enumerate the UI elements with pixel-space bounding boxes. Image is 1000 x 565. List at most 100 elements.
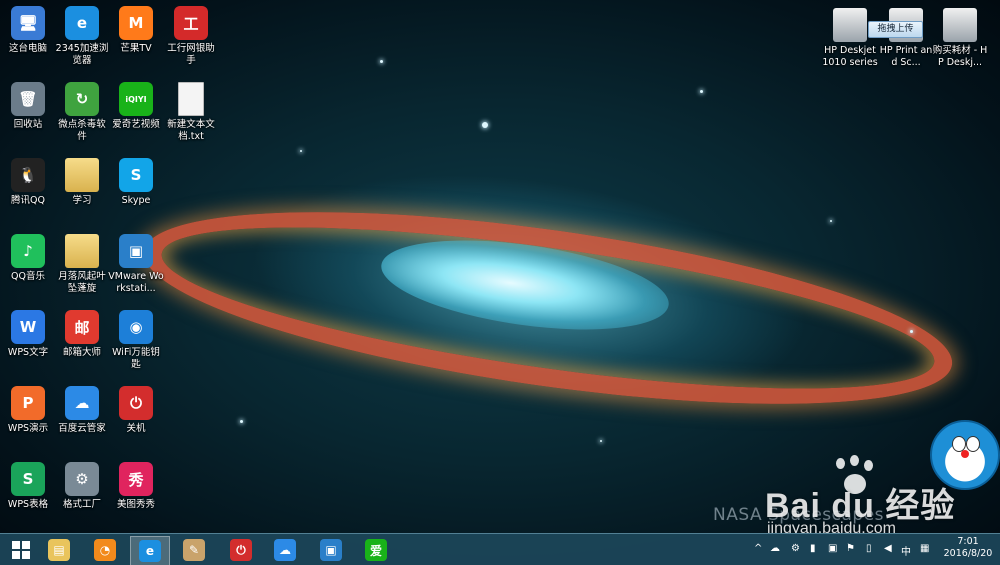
app-icon: 邮 <box>65 310 99 344</box>
doraemon-eye <box>966 436 980 452</box>
desktop-icon-label: WPS文字 <box>7 347 49 358</box>
desktop-icon[interactable]: ◉ WiFi万能钥匙 <box>108 310 164 371</box>
tray-app-icon[interactable]: ⚙ <box>791 543 800 554</box>
star <box>482 122 488 128</box>
star <box>830 220 832 222</box>
desktop-icon[interactable]: ↻ 微点杀毒软件 <box>54 82 110 143</box>
star <box>240 420 243 423</box>
paint-icon: ✎ <box>183 539 205 561</box>
desktop-icon[interactable]: 学习 <box>54 158 110 207</box>
desktop-icon-label: 这台电脑 <box>8 43 47 54</box>
desktop-icon-label: 爱奇艺视频 <box>112 119 160 130</box>
printer-icon-item[interactable]: HP Print and Sc... <box>878 8 934 69</box>
taskbar-iqiyi-button[interactable]: 爱 <box>357 536 395 564</box>
app-icon: ⚙ <box>65 462 99 496</box>
taskbar-vmware-button[interactable]: ▣ <box>312 536 350 564</box>
app-icon: 工 <box>174 6 208 40</box>
desktop-icon-label: WPS表格 <box>7 499 49 510</box>
star <box>380 60 383 63</box>
app-icon <box>178 82 204 116</box>
app-icon: ♪ <box>11 234 45 268</box>
desktop-icon[interactable]: 工工行网银助手 <box>163 6 219 67</box>
desktop-icon-label: 芒果TV <box>120 43 152 54</box>
baidu-url: jingyan.baidu.com <box>767 520 896 533</box>
app-icon <box>65 158 99 192</box>
desktop: 🖥 这台电脑 e 2345加速浏览器 M 芒果TV 工工行网银助手 🗑 回收站 ↻ 微点杀毒软件 iQ… <box>0 0 1000 533</box>
desktop-icon-label: 学习 <box>72 195 92 206</box>
vmware-icon: ▣ <box>320 539 342 561</box>
star <box>600 440 602 442</box>
upload-tooltip[interactable]: 拖拽上传 <box>868 21 923 38</box>
app-icon: S <box>11 462 45 496</box>
network-icon[interactable]: ▮ <box>810 543 816 554</box>
desktop-icon[interactable]: M 芒果TV <box>108 6 164 55</box>
app-icon: 秀 <box>119 462 153 496</box>
printer-icon-item[interactable]: HP Deskjet 1010 series <box>822 8 878 69</box>
start-button[interactable] <box>2 536 40 564</box>
taskbar-baidu-cloud-button[interactable]: ☁ <box>266 536 304 564</box>
star <box>300 150 302 152</box>
flag-icon[interactable]: ⚑ <box>846 543 855 554</box>
desktop-icon-label: 回收站 <box>13 119 43 130</box>
desktop-icon-label: 美图秀秀 <box>116 499 155 510</box>
desktop-icon[interactable]: 🗑 回收站 <box>0 82 56 131</box>
printer-icon-item[interactable]: 购买耗材 - HP Deskj... <box>932 8 988 69</box>
desktop-icon[interactable]: iQIYI 爱奇艺视频 <box>108 82 164 131</box>
iqiyi-icon: 爱 <box>365 539 387 561</box>
app-icon: ↻ <box>65 82 99 116</box>
printer-icon <box>943 8 977 42</box>
desktop-icon[interactable]: ♪ QQ音乐 <box>0 234 56 283</box>
desktop-icon-label: QQ音乐 <box>11 271 45 282</box>
desktop-icon[interactable]: ⚙ 格式工厂 <box>54 462 110 511</box>
taskbar-wifi-key-button[interactable]: ◔ <box>86 536 124 564</box>
desktop-icon[interactable]: S Skype <box>108 158 164 207</box>
desktop-icon-label: 月落风起叶坠蓬旋 <box>58 271 106 294</box>
app-icon: iQIYI <box>119 82 153 116</box>
desktop-icon[interactable]: ☁ 百度云管家 <box>54 386 110 435</box>
taskbar-paint-button[interactable]: ✎ <box>175 536 213 564</box>
clock-date: 2016/8/20 <box>943 548 993 559</box>
star <box>910 330 913 333</box>
tray-expand-icon[interactable]: ^ <box>754 543 762 554</box>
printer-icon-label: HP Print and Sc... <box>879 45 933 68</box>
desktop-icon-label: 邮箱大师 <box>62 347 101 358</box>
baidu-cloud-icon: ☁ <box>274 539 296 561</box>
printer-icon <box>833 8 867 42</box>
star <box>700 90 703 93</box>
app-icon: M <box>119 6 153 40</box>
clock[interactable]: 7:01 2016/8/20 <box>940 536 996 560</box>
desktop-icon-label: 关机 <box>126 423 146 434</box>
desktop-icon[interactable]: 新建文本文档.txt <box>163 82 219 143</box>
app-icon: P <box>11 386 45 420</box>
app-icon: ▣ <box>119 234 153 268</box>
desktop-icon[interactable]: 月落风起叶坠蓬旋 <box>54 234 110 295</box>
desktop-icon[interactable]: 🖥 这台电脑 <box>0 6 56 55</box>
desktop-icon[interactable]: ⏻ 关机 <box>108 386 164 435</box>
desktop-icon[interactable]: W WPS文字 <box>0 310 56 359</box>
ime-indicator[interactable]: 中 <box>901 543 911 558</box>
desktop-icon[interactable]: ▣ VMware Workstati... <box>108 234 164 295</box>
wifi-key-icon: ◔ <box>94 539 116 561</box>
windows-logo-icon <box>12 541 30 559</box>
battery-icon[interactable]: ▯ <box>866 543 872 554</box>
taskbar-file-explorer-button[interactable]: ▤ <box>40 536 78 564</box>
desktop-icon[interactable]: e 2345加速浏览器 <box>54 6 110 67</box>
desktop-icon[interactable]: S WPS表格 <box>0 462 56 511</box>
desktop-icon[interactable]: 🐧 腾讯QQ <box>0 158 56 207</box>
desktop-icon-label: 百度云管家 <box>58 423 106 434</box>
volume-icon[interactable]: ◀ <box>884 543 892 554</box>
doraemon-nose <box>961 450 969 458</box>
desktop-icon[interactable]: 邮邮箱大师 <box>54 310 110 359</box>
tray-app-icon[interactable]: ▦ <box>920 543 929 554</box>
app-icon: e <box>65 6 99 40</box>
tray-app-icon[interactable]: ▣ <box>828 543 837 554</box>
desktop-icon[interactable]: 秀美图秀秀 <box>108 462 164 511</box>
printer-icon-label: 购买耗材 - HP Deskj... <box>932 45 988 68</box>
file-explorer-icon: ▤ <box>48 539 70 561</box>
app-icon: ☁ <box>65 386 99 420</box>
app-icon <box>65 234 99 268</box>
taskbar-shutdown-button[interactable]: ⏻ <box>222 536 260 564</box>
tray-app-icon[interactable]: ☁ <box>770 543 780 554</box>
desktop-icon[interactable]: P WPS演示 <box>0 386 56 435</box>
taskbar-2345-browser-button[interactable]: e <box>130 536 170 565</box>
